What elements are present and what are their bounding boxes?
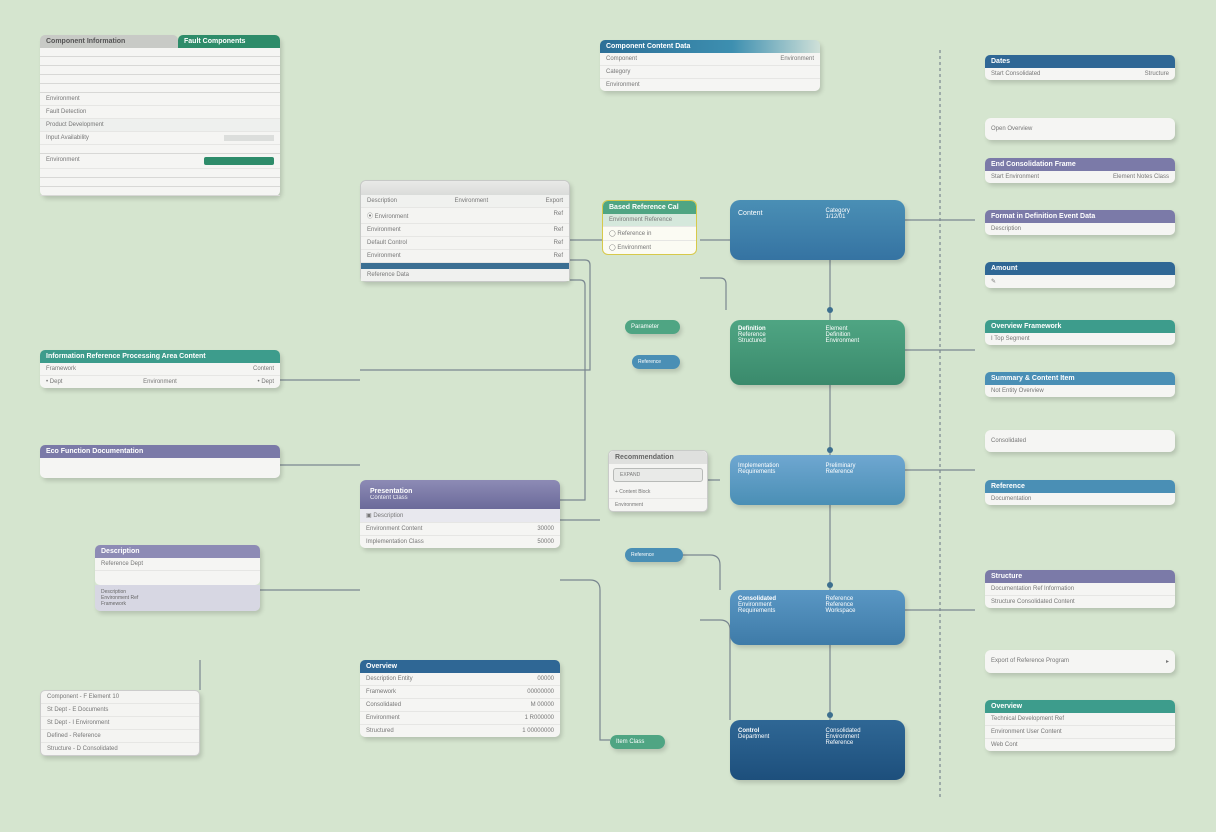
panel-title: Component Information [40, 35, 178, 48]
panel-tab[interactable]: Fault Components [178, 35, 280, 48]
card-end-consolidation: End Consolidation Frame Start Environmen… [985, 158, 1175, 183]
panel-info-reference: Information Reference Processing Area Co… [40, 350, 280, 388]
card-export[interactable]: Export of Reference Program▸ [985, 650, 1175, 673]
card-reference: Reference Documentation [985, 480, 1175, 505]
node-control[interactable]: ControlDepartment ConsolidatedEnvironmen… [730, 720, 905, 780]
panel-content-data: Component Content Data ComponentEnvironm… [600, 40, 820, 91]
card-overview-bottom: Overview Technical Development Ref Envir… [985, 700, 1175, 751]
chevron-right-icon: ▸ [1166, 658, 1169, 665]
card-open-overview: Open Overview [985, 118, 1175, 140]
panel-body: Environment Fault Detection Product Deve… [40, 48, 280, 196]
pencil-icon[interactable]: ✎ [991, 278, 996, 285]
node-content[interactable]: Content Category1/12/01 [730, 200, 905, 260]
panel-eco-function: Eco Function Documentation [40, 445, 280, 478]
pill-reference[interactable]: Reference [632, 355, 680, 369]
pill-parameter[interactable]: Parameter [625, 320, 680, 334]
panel-component-info: Component Information Fault Components E… [40, 35, 280, 196]
window-center: DescriptionEnvironmentExport ⦿ Environme… [360, 180, 570, 282]
window-recommendation: Recommendation EXPAND + Content Block En… [608, 450, 708, 512]
panel-description: Description Reference Dept Description E… [95, 545, 260, 611]
panel-overview: Overview Description Entity00000 Framewo… [360, 660, 560, 737]
panel-presentation: Presentation Content Class ▣ Description… [360, 480, 560, 548]
card-consolidated: Consolidated [985, 430, 1175, 452]
node-definition[interactable]: DefinitionReferenceStructured ElementDef… [730, 320, 905, 385]
node-implementation[interactable]: ImplementationRequirements PreliminaryRe… [730, 455, 905, 505]
card-amount: Amount ✎ [985, 262, 1175, 288]
pill-item-class[interactable]: Item Class [610, 735, 665, 749]
node-consolidated[interactable]: ConsolidatedEnvironmentRequirements Refe… [730, 590, 905, 645]
node-yellow: Based Reference Cal Environment Referenc… [602, 200, 697, 255]
card-format-def: Format in Definition Event Data Descript… [985, 210, 1175, 235]
card-dates: Dates Start ConsolidatedStructure [985, 55, 1175, 80]
card-overview-framework: Overview Framework I Top Segment [985, 320, 1175, 345]
card-structure: Structure Documentation Ref Information … [985, 570, 1175, 608]
panel-grey-list: Component - F Element 10 St Dept - E Doc… [40, 690, 200, 756]
pill-reference-2[interactable]: Reference [625, 548, 683, 562]
card-summary: Summary & Content Item Not Entity Overvi… [985, 372, 1175, 397]
